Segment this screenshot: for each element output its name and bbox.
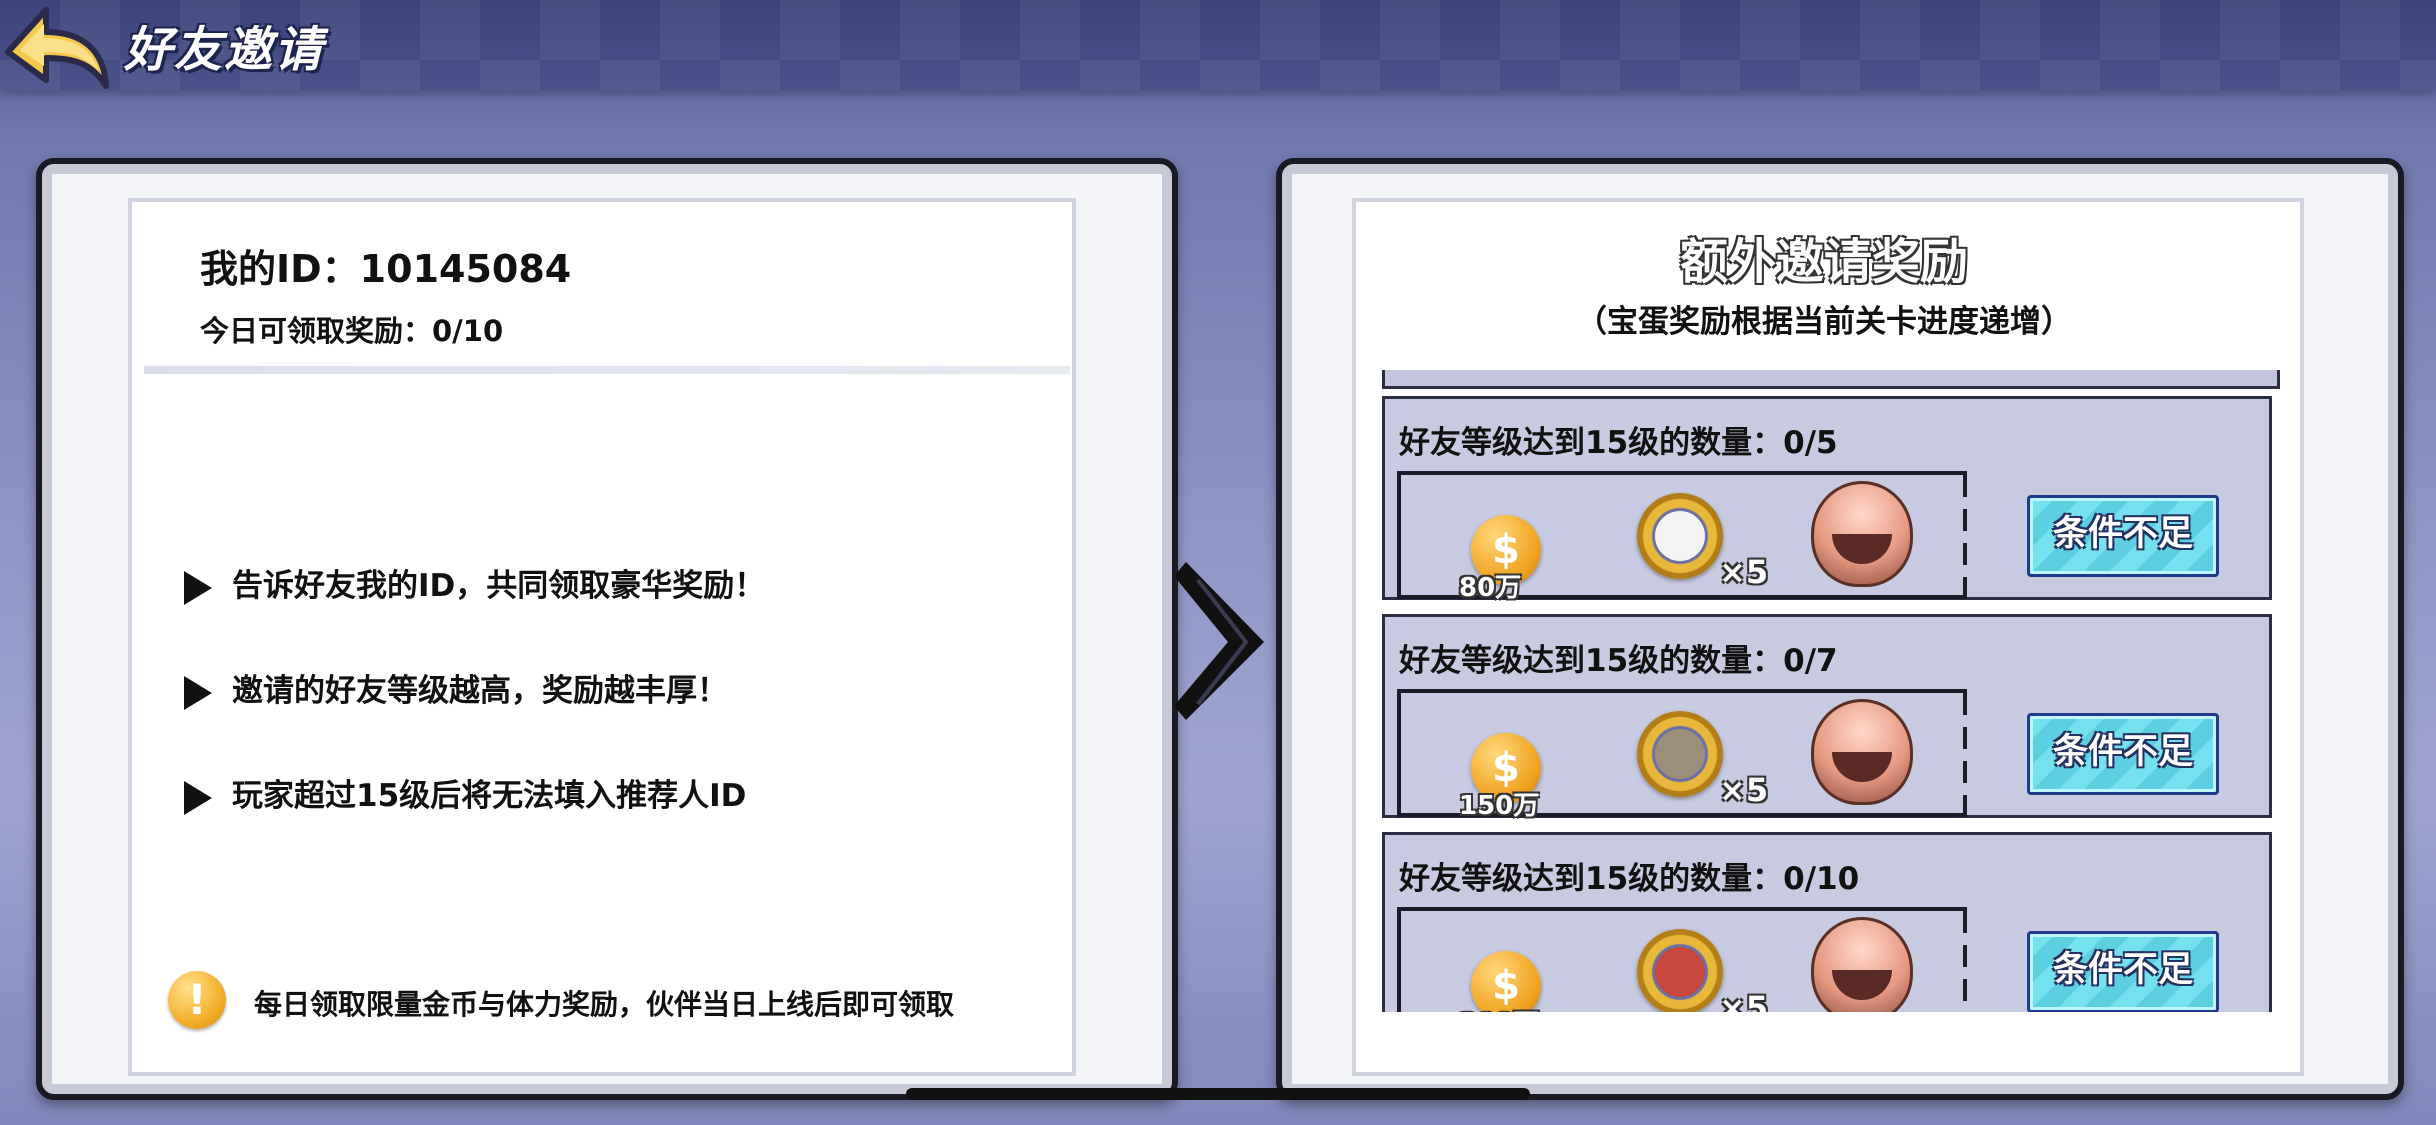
partner-portrait: [1655, 511, 1705, 561]
page-title: 好友邀请: [124, 22, 325, 78]
top-bar: [0, 0, 2436, 90]
reward-condition: 好友等级达到15级的数量：0/7: [1399, 643, 1838, 679]
tip-text: 告诉好友我的ID，共同领取豪华奖励！: [232, 568, 766, 604]
reward-row-partial: [1382, 370, 2280, 389]
partner-medal-icon: [1637, 493, 1723, 579]
reward-condition: 好友等级达到15级的数量：0/5: [1399, 425, 1838, 461]
play-arrow-icon: [184, 780, 212, 815]
condition-unmet-button[interactable]: 条件不足: [2027, 713, 2219, 795]
extra-rewards-subtitle: （宝蛋奖励根据当前关卡进度递增）: [1576, 304, 2072, 340]
egg-icon: [1811, 917, 1913, 1012]
egg-icon: [1811, 481, 1913, 587]
reward-list[interactable]: 好友等级达到15级的数量：0/5 $ 80万 ×5 条件不足 好友等级达到15级…: [1380, 370, 2280, 1012]
top-bar-pattern: [0, 0, 2436, 90]
partner-multiplier: ×5: [1719, 553, 1769, 591]
partner-portrait: [1655, 947, 1705, 997]
reward-condition: 好友等级达到15级的数量：0/10: [1399, 861, 1860, 897]
play-arrow-icon: [184, 675, 212, 710]
egg-mouth: [1832, 752, 1892, 782]
tip-item: 告诉好友我的ID，共同领取豪华奖励！: [184, 560, 765, 605]
egg-icon: [1811, 699, 1913, 805]
exclamation-icon: !: [168, 971, 226, 1029]
reward-items: $ 300万 ×5: [1397, 907, 1967, 1012]
reward-row: 好友等级达到15级的数量：0/5 $ 80万 ×5 条件不足: [1382, 396, 2272, 603]
egg-mouth: [1832, 970, 1892, 1000]
play-arrow-icon: [184, 570, 212, 605]
today-rewards-count: 今日可领取奖励：0/10: [200, 314, 504, 348]
reward-items: $ 150万 ×5: [1397, 689, 1967, 821]
tip-text: 玩家超过15级后将无法填入推荐人ID: [232, 778, 747, 814]
partner-medal-icon: [1637, 929, 1723, 1012]
coin-amount: 80万: [1459, 573, 1522, 603]
daily-limit-note: 每日领取限量金币与体力奖励，伙伴当日上线后即可领取: [254, 988, 955, 1021]
back-arrow-icon: [5, 7, 109, 89]
tip-text: 邀请的好友等级越高，奖励越丰厚！: [232, 673, 728, 709]
extra-rewards-title: 额外邀请奖励: [1679, 234, 1968, 290]
partner-multiplier: ×5: [1719, 771, 1769, 809]
my-id-label: 我的ID：10145084: [200, 247, 572, 291]
partner-multiplier: ×5: [1719, 989, 1769, 1012]
reward-row: 好友等级达到15级的数量：0/7 $ 150万 ×5 条件不足: [1382, 614, 2272, 821]
divider: [144, 366, 1070, 374]
egg-mouth: [1832, 534, 1892, 564]
tip-item: 邀请的好友等级越高，奖励越丰厚！: [184, 665, 728, 710]
back-button[interactable]: [0, 0, 112, 92]
coin-amount: 150万: [1459, 791, 1540, 821]
reward-items: $ 80万 ×5: [1397, 471, 1967, 603]
tip-item: 玩家超过15级后将无法填入推荐人ID: [184, 770, 746, 815]
condition-unmet-button[interactable]: 条件不足: [2027, 495, 2219, 577]
coin-amount: 300万: [1459, 1003, 1539, 1012]
partner-portrait: [1655, 729, 1705, 779]
chevron-right-icon: [1174, 562, 1264, 720]
partner-medal-icon: [1637, 711, 1723, 797]
reward-row: 好友等级达到15级的数量：0/10 $ 300万 ×5 条件不足: [1382, 832, 2272, 1012]
condition-unmet-button[interactable]: 条件不足: [2027, 931, 2219, 1012]
home-indicator[interactable]: [906, 1088, 1530, 1100]
